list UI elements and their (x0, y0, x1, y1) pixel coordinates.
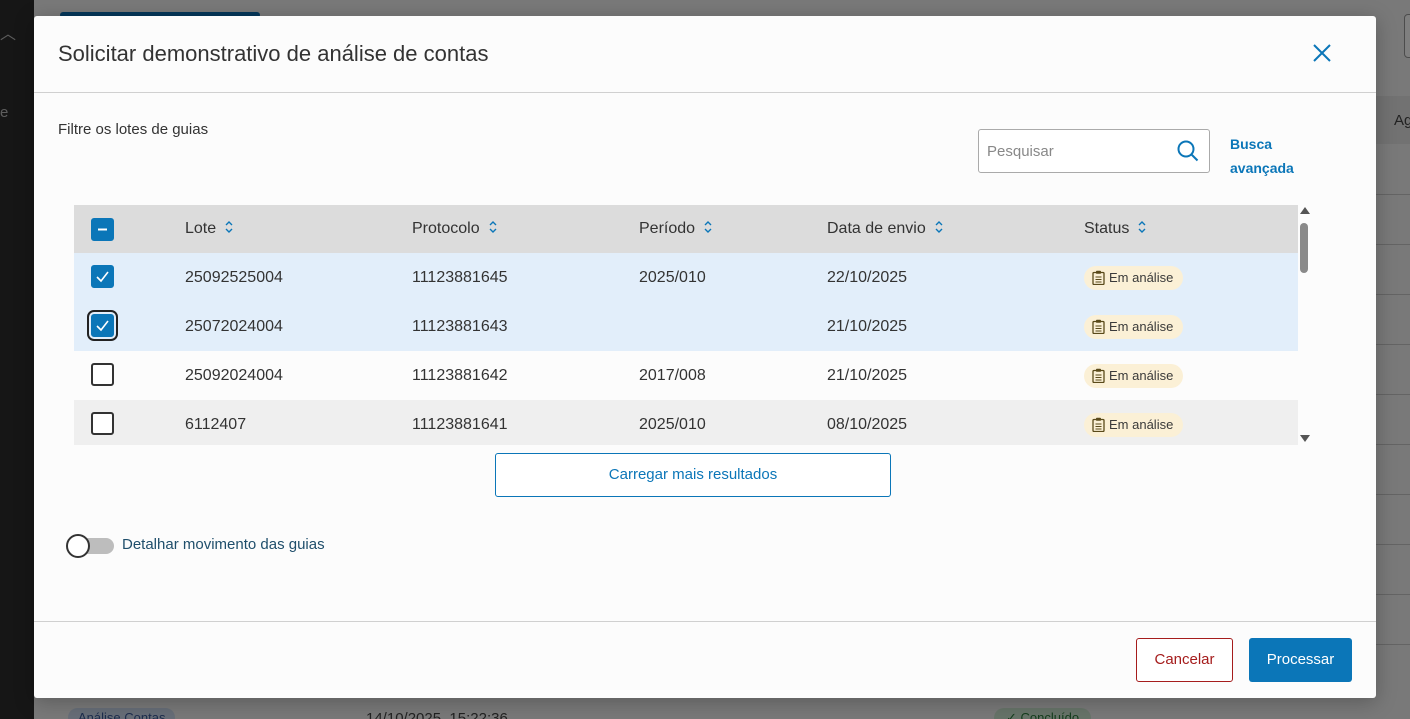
scroll-thumb[interactable] (1300, 223, 1308, 273)
request-statement-modal: Solicitar demonstrativo de análise de co… (34, 16, 1376, 698)
cell-lote: 25092024004 (185, 367, 283, 384)
column-header-label: Lote (185, 220, 217, 237)
row-checkbox[interactable] (91, 265, 114, 288)
load-more-button[interactable]: Carregar mais resultados (495, 453, 891, 497)
status-badge: Em análise (1084, 315, 1184, 339)
sort-icon (704, 221, 712, 233)
column-header-label: Data de envio (827, 220, 926, 237)
status-badge-label: Em análise (1109, 319, 1174, 334)
cell-lote: 25072024004 (185, 318, 283, 335)
status-badge-label: Em análise (1109, 368, 1174, 383)
cell-data-envio: 21/10/2025 (827, 367, 908, 384)
status-badge: Em análise (1084, 413, 1184, 437)
cell-data-envio: 08/10/2025 (827, 416, 908, 433)
scroll-up-arrow-icon[interactable] (1300, 207, 1310, 214)
row-checkbox[interactable] (91, 412, 114, 435)
status-badge: Em análise (1084, 364, 1184, 388)
cell-data-envio: 22/10/2025 (827, 269, 908, 286)
modal-title: Solicitar demonstrativo de análise de co… (58, 41, 489, 66)
check-icon (96, 271, 109, 283)
clipboard-icon (1092, 270, 1105, 286)
cell-lote: 25092525004 (185, 269, 283, 286)
sort-icon (489, 221, 497, 233)
clipboard-icon (1092, 368, 1105, 384)
cell-data-envio: 21/10/2025 (827, 318, 908, 335)
check-icon (96, 320, 109, 332)
toggle-knob (66, 534, 90, 558)
detail-movement-toggle[interactable] (66, 534, 114, 558)
cell-protocolo: 11123881641 (412, 416, 508, 433)
process-button[interactable]: Processar (1249, 638, 1352, 682)
batch-table: Lote Protocolo Período Data de envio Sta… (74, 205, 1298, 445)
table-scrollbar[interactable] (1298, 205, 1312, 445)
cell-periodo: 2017/008 (639, 367, 706, 384)
clipboard-icon (1092, 417, 1105, 433)
close-icon (1313, 44, 1331, 62)
cell-lote: 6112407 (185, 416, 247, 433)
modal-footer-divider (34, 621, 1376, 622)
cancel-button[interactable]: Cancelar (1136, 638, 1233, 682)
cell-protocolo: 11123881643 (412, 318, 508, 335)
status-badge-label: Em análise (1109, 417, 1174, 432)
table-row[interactable]: 25072024004 11123881643 21/10/2025 Em an… (74, 302, 1298, 351)
column-header-protocolo[interactable]: Protocolo (412, 205, 498, 253)
column-header-status[interactable]: Status (1084, 205, 1147, 253)
column-header-lote[interactable]: Lote (185, 205, 234, 253)
table-row[interactable]: 25092024004 11123881642 2017/008 21/10/2… (74, 351, 1298, 400)
toggle-label[interactable]: Detalhar movimento das guias (122, 536, 325, 553)
cell-protocolo: 11123881642 (412, 367, 508, 384)
column-header-label: Status (1084, 220, 1130, 237)
search-field[interactable] (978, 129, 1210, 173)
table-row[interactable]: 25092525004 11123881645 2025/010 22/10/2… (74, 253, 1298, 302)
select-all-checkbox[interactable] (91, 218, 114, 241)
row-checkbox[interactable] (87, 310, 118, 341)
row-checkbox[interactable] (91, 363, 114, 386)
status-badge: Em análise (1084, 266, 1184, 290)
sort-icon (1138, 221, 1146, 233)
column-header-label: Período (639, 220, 696, 237)
cell-periodo: 2025/010 (639, 416, 706, 433)
search-icon[interactable] (1177, 140, 1199, 162)
cell-protocolo: 11123881645 (412, 269, 508, 286)
modal-header: Solicitar demonstrativo de análise de co… (34, 16, 1376, 93)
status-badge-label: Em análise (1109, 270, 1174, 285)
cell-periodo: 2025/010 (639, 269, 706, 286)
column-header-label: Protocolo (412, 220, 480, 237)
sort-icon (225, 221, 233, 233)
close-button[interactable] (1310, 41, 1334, 65)
search-input[interactable] (987, 130, 1167, 172)
scroll-down-arrow-icon[interactable] (1300, 435, 1310, 442)
filter-label: Filtre os lotes de guias (58, 121, 209, 138)
column-header-periodo[interactable]: Período (639, 205, 713, 253)
clipboard-icon (1092, 319, 1105, 335)
advanced-search-link[interactable]: Busca avançada (1230, 132, 1300, 180)
sort-icon (935, 221, 943, 233)
table-row[interactable]: 6112407 11123881641 2025/010 08/10/2025 … (74, 400, 1298, 445)
column-header-data-envio[interactable]: Data de envio (827, 205, 944, 253)
minus-icon (98, 228, 107, 231)
table-header: Lote Protocolo Período Data de envio Sta… (74, 205, 1298, 253)
